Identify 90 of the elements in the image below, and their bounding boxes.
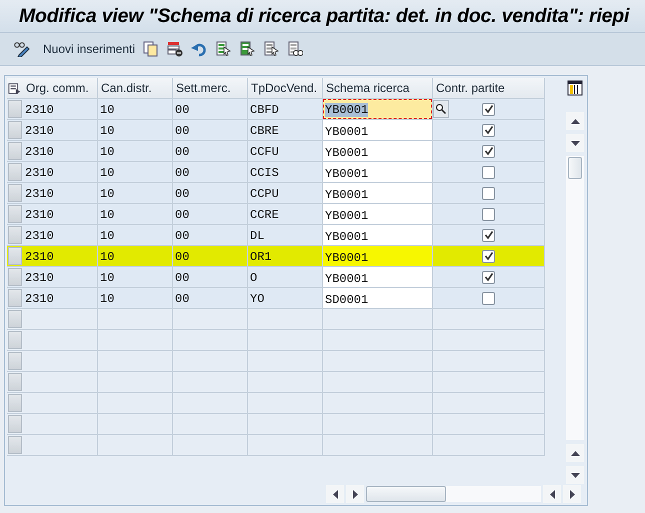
scroll-left-button[interactable]: [543, 485, 561, 503]
checkbox[interactable]: [482, 166, 495, 178]
toolbar-button[interactable]: [215, 39, 232, 59]
table-cell: 00: [173, 288, 248, 308]
checkbox[interactable]: [482, 124, 495, 136]
table-cell: 00: [173, 225, 248, 245]
toolbar-button[interactable]: [143, 39, 160, 59]
new-entries-button[interactable]: Nuovi inserimenti: [43, 39, 136, 59]
table-cell: 00: [173, 99, 248, 119]
checkbox[interactable]: [482, 292, 495, 304]
toolbar-button[interactable]: [167, 39, 184, 59]
table-cell: 10: [98, 246, 173, 266]
magnifier-icon: [435, 101, 447, 117]
table-cell: 2310: [23, 141, 98, 161]
toolbar-button[interactable]: [287, 39, 304, 59]
checkbox[interactable]: [482, 102, 495, 116]
right-arrow-icon: [352, 490, 358, 498]
columns-icon: [567, 80, 583, 96]
column-settings-button[interactable]: [567, 78, 583, 98]
input-field[interactable]: YB0001: [323, 267, 433, 287]
checkbox[interactable]: [482, 208, 495, 220]
toolbar-button[interactable]: [239, 39, 256, 59]
table-cell: 00: [173, 204, 248, 224]
horizontal-scroll-thumb[interactable]: [366, 486, 446, 502]
table-cell: 00: [173, 183, 248, 203]
select-block-icon: [239, 41, 256, 57]
scroll-right-button[interactable]: [563, 485, 581, 503]
checkbox[interactable]: [482, 144, 495, 158]
table-select-icon: [8, 80, 22, 96]
table-cell: 00: [173, 246, 248, 266]
input-field[interactable]: YB0001: [323, 204, 433, 224]
scroll-down-button[interactable]: [566, 134, 584, 152]
window-title: Modifica view "Schema di ricerca partita: det. in doc. vendita": riepi: [19, 4, 630, 28]
input-field[interactable]: SD0001: [323, 288, 433, 308]
left-arrow-icon: [332, 490, 338, 498]
right-arrow-icon: [570, 490, 574, 498]
display-change-button[interactable]: [13, 39, 31, 59]
table-cell: 10: [98, 267, 173, 287]
select-all-icon: [215, 41, 232, 57]
down-arrow-icon: [570, 140, 580, 146]
scroll-left-button[interactable]: [326, 485, 344, 503]
table-cell: 2310: [23, 246, 98, 266]
table-cell: 10: [98, 288, 173, 308]
up-arrow-icon: [570, 118, 580, 124]
search-help-button[interactable]: [433, 100, 449, 118]
table-cell: 2310: [23, 204, 98, 224]
copy-icon: [143, 41, 160, 57]
table-cell: 10: [98, 183, 173, 203]
delete-row-icon: [167, 41, 184, 57]
checkbox[interactable]: [482, 228, 495, 242]
input-field[interactable]: YB0001: [323, 225, 433, 245]
checkbox[interactable]: [482, 250, 495, 262]
input-field[interactable]: YB0001: [323, 246, 433, 266]
scroll-up-button[interactable]: [566, 112, 584, 130]
table-cell: 2310: [23, 225, 98, 245]
input-field[interactable]: YB0001: [323, 141, 433, 161]
table-cell: 10: [98, 204, 173, 224]
table-cell: 10: [98, 99, 173, 119]
glasses-pencil-icon: [13, 41, 31, 57]
scroll-thumb[interactable]: [568, 157, 582, 179]
input-field[interactable]: YB0001: [323, 120, 433, 140]
scroll-right-button[interactable]: [346, 485, 364, 503]
down-arrow-icon: [570, 472, 580, 478]
left-arrow-icon: [550, 490, 554, 498]
page-down-button[interactable]: [566, 466, 584, 484]
up-arrow-icon: [570, 450, 580, 456]
table-cell: 2310: [23, 183, 98, 203]
checkbox[interactable]: [482, 270, 495, 284]
table-cell: 2310: [23, 162, 98, 182]
table-cell: 2310: [23, 267, 98, 287]
undo-icon: [191, 41, 208, 57]
table-cell: 10: [98, 225, 173, 245]
input-field[interactable]: YB0001: [323, 183, 433, 203]
table-cell: 2310: [23, 120, 98, 140]
table-cell: 00: [173, 141, 248, 161]
toolbar-button[interactable]: [263, 39, 280, 59]
checkbox[interactable]: [482, 186, 495, 200]
table-cell: 10: [98, 162, 173, 182]
table-cell: 00: [173, 162, 248, 182]
table-cell: 2310: [23, 99, 98, 119]
input-field[interactable]: YB0001: [323, 162, 433, 182]
deselect-icon: [263, 41, 280, 57]
glasses-document-icon: [287, 41, 304, 57]
table-cell: 00: [173, 120, 248, 140]
table-cell: 10: [98, 120, 173, 140]
input-field[interactable]: YB0001: [323, 99, 433, 119]
table-cell: 10: [98, 141, 173, 161]
page-up-button[interactable]: [566, 444, 584, 462]
table-cell: 2310: [23, 288, 98, 308]
table-cell: 00: [173, 267, 248, 287]
